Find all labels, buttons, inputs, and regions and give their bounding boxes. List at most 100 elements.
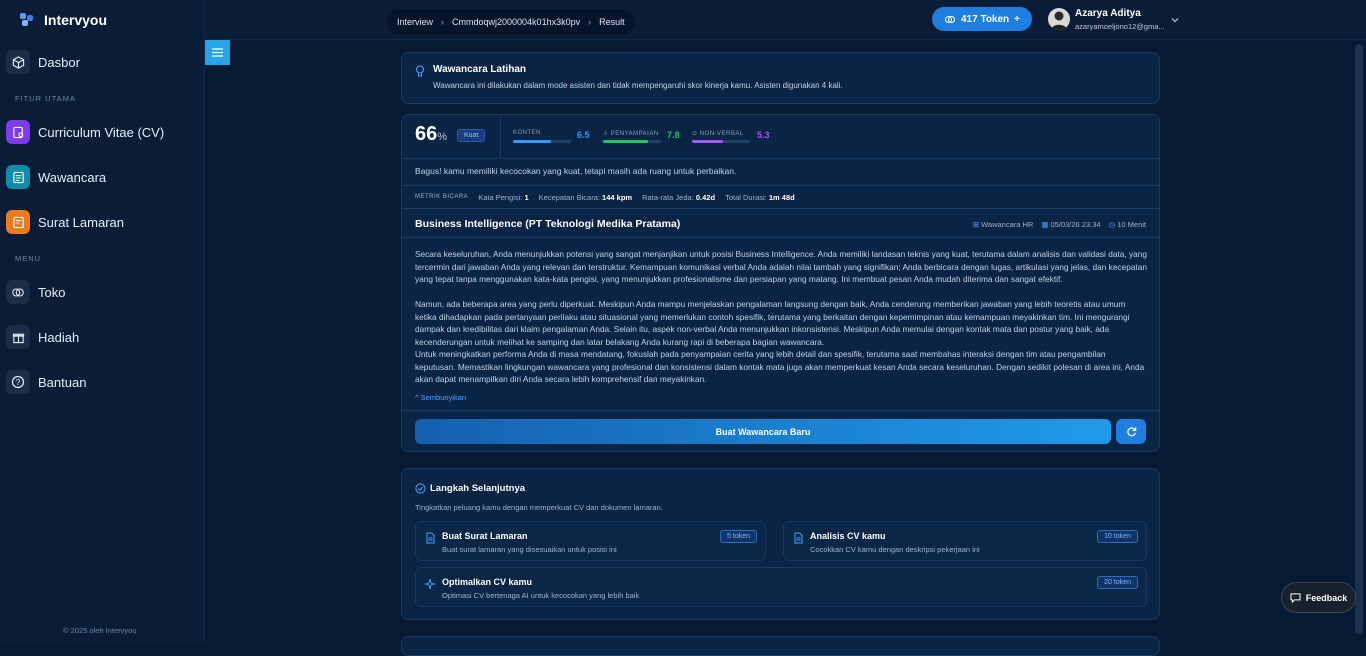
gift-icon bbox=[6, 325, 30, 349]
refresh-icon bbox=[1126, 427, 1136, 437]
divider bbox=[402, 410, 1159, 411]
divider bbox=[402, 237, 1159, 238]
score-badge: Kuat bbox=[457, 129, 486, 142]
token-balance: 417 Token bbox=[960, 13, 1010, 25]
feedback-label: Feedback bbox=[1305, 592, 1348, 603]
copyright: © 2025 oleh Intervyou bbox=[63, 626, 137, 635]
user-name[interactable]: Azarya Aditya bbox=[1075, 8, 1141, 19]
app-logo[interactable]: Intervyou bbox=[20, 10, 107, 30]
sidebar-item-label: Curriculum Vitae (CV) bbox=[38, 124, 165, 140]
hide-feedback-link[interactable]: ^ Sembunyikan bbox=[415, 393, 466, 402]
info-title: Wawancara Latihan bbox=[433, 64, 526, 75]
sidebar-item-cv[interactable]: Curriculum Vitae (CV) bbox=[6, 117, 196, 147]
chevron-right-icon: › bbox=[441, 17, 445, 27]
calendar-icon: ▦ bbox=[1041, 220, 1049, 229]
sidebar-item-wawancara[interactable]: Wawancara bbox=[6, 162, 196, 192]
token-cost-badge: 10 token bbox=[1097, 530, 1138, 543]
breadcrumb: Interview › Cmmdoqwj2000004k01hx3k0pv › … bbox=[387, 9, 635, 35]
next-step-title: Buat Surat Lamaran bbox=[442, 531, 528, 541]
metric-nonverbal-value: 5.3 bbox=[757, 130, 770, 140]
divider bbox=[500, 115, 501, 158]
lightbulb-icon bbox=[415, 65, 425, 77]
metric-penyampaian-text: PENYAMPAIAN bbox=[610, 131, 659, 137]
metric-nonverbal-fill bbox=[692, 140, 723, 143]
result-summary: Bagus! kamu memiliki kecocokan yang kuat… bbox=[415, 166, 737, 176]
avatar[interactable] bbox=[1048, 8, 1070, 30]
feedback-paragraph-1: Secara keseluruhan, Anda menunjukkan pot… bbox=[415, 249, 1147, 285]
chat-icon bbox=[6, 165, 30, 189]
practice-info-card: Wawancara Latihan Wawancara ini dilakuka… bbox=[401, 52, 1160, 104]
metric-konten-bar bbox=[513, 140, 571, 143]
feedback-icon bbox=[1290, 592, 1301, 603]
section-label-main: FITUR UTAMA bbox=[15, 94, 76, 103]
metric-nonverbal-text: NON-VERBAL bbox=[699, 131, 744, 137]
metric-konten-value: 6.5 bbox=[577, 130, 590, 140]
sidebar-item-label: Bantuan bbox=[38, 374, 87, 390]
speech-metrics: METRIK BICARA Kata Pengisi: 1 Kecepatan … bbox=[415, 193, 795, 202]
menu-toggle-button[interactable] bbox=[205, 40, 230, 65]
sidebar-item-dasbor[interactable]: Dasbor bbox=[6, 47, 196, 77]
sidebar-item-hadiah[interactable]: Hadiah bbox=[6, 322, 196, 352]
letter-icon bbox=[6, 210, 30, 234]
breadcrumb-result: Result bbox=[599, 17, 625, 27]
next-step-analyze-cv[interactable]: Analisis CV kamu Cocokkan CV kamu dengan… bbox=[783, 521, 1147, 561]
interview-duration: ◷ 10 Menit bbox=[1109, 220, 1146, 229]
next-step-optimize-cv[interactable]: Optimalkan CV kamu Optimasi CV bertenaga… bbox=[415, 567, 1147, 607]
next-step-description: Optimasi CV bertenaga AI untuk kecocokan… bbox=[442, 591, 640, 600]
cv-document-icon bbox=[6, 120, 30, 144]
token-button[interactable]: 417 Token + bbox=[932, 7, 1032, 31]
sparkle-icon bbox=[424, 578, 436, 590]
feedback-button[interactable]: Feedback bbox=[1281, 582, 1356, 613]
svg-text:?: ? bbox=[16, 378, 21, 387]
logo-icon bbox=[20, 13, 34, 27]
stat-label: Kecepatan Bicara: bbox=[538, 193, 600, 202]
user-email: azaryamoeljono12@gma... bbox=[1075, 22, 1165, 31]
result-card: 66% Kuat KONTEN 6.5 ⇩ PENYAMPAIAN 7.8 ⊙ … bbox=[401, 114, 1160, 452]
stat-value: 1 bbox=[524, 193, 529, 202]
divider bbox=[402, 158, 1159, 159]
job-title: Business Intelligence (PT Teknologi Medi… bbox=[415, 218, 681, 230]
next-step-title: Analisis CV kamu bbox=[810, 531, 886, 541]
sidebar-item-toko[interactable]: Toko bbox=[6, 277, 196, 307]
metric-penyampaian-fill bbox=[603, 140, 649, 143]
divider bbox=[402, 208, 1159, 209]
next-steps-card: Langkah Selanjutnya Tingkatkan peluang k… bbox=[401, 468, 1160, 620]
new-interview-button[interactable]: Buat Wawancara Baru bbox=[415, 419, 1111, 444]
help-icon: ? bbox=[6, 370, 30, 394]
interview-type-text: Wawancara HR bbox=[981, 220, 1034, 229]
sidebar-item-bantuan[interactable]: ? Bantuan bbox=[6, 367, 196, 397]
overall-score: 66% bbox=[415, 123, 447, 146]
clock-icon: ◷ bbox=[1108, 220, 1116, 229]
cube-icon bbox=[6, 50, 30, 74]
check-circle-icon bbox=[415, 483, 426, 494]
sidebar-item-label: Dasbor bbox=[38, 54, 80, 70]
coins-icon bbox=[944, 15, 956, 23]
score-value: 66 bbox=[415, 123, 438, 145]
interview-date-text: 05/03/26 23.34 bbox=[1050, 220, 1101, 229]
sidebar-item-label: Surat Lamaran bbox=[38, 214, 124, 230]
interview-type: ⊞ Wawancara HR bbox=[973, 220, 1034, 229]
metric-konten-label: KONTEN bbox=[513, 130, 542, 136]
breadcrumb-interview-id[interactable]: Cmmdoqwj2000004k01hx3k0pv bbox=[452, 17, 580, 27]
metric-penyampaian-bar bbox=[603, 140, 661, 143]
refresh-button[interactable] bbox=[1116, 419, 1146, 444]
next-step-description: Buat surat lamaran yang disesuaikan untu… bbox=[442, 545, 617, 554]
token-cost-badge: 5 token bbox=[720, 530, 757, 543]
stat-filler-words: Kata Pengisi: 1 bbox=[478, 193, 528, 202]
divider bbox=[402, 185, 1159, 186]
chevron-down-icon[interactable] bbox=[1170, 12, 1180, 23]
sidebar-item-surat-lamaran[interactable]: Surat Lamaran bbox=[6, 207, 196, 237]
info-description: Wawancara ini dilakukan dalam mode asist… bbox=[433, 81, 843, 90]
metric-penyampaian-value: 7.8 bbox=[667, 130, 680, 140]
coins-icon bbox=[6, 280, 30, 304]
stat-value: 1m 48d bbox=[768, 193, 795, 202]
next-step-cover-letter[interactable]: Buat Surat Lamaran Buat surat lamaran ya… bbox=[415, 521, 766, 561]
next-section-card bbox=[401, 636, 1160, 656]
document-icon bbox=[426, 532, 435, 544]
stat-average-pause: Rata-rata Jeda: 0.42d bbox=[642, 193, 715, 202]
scrollbar[interactable] bbox=[1355, 44, 1363, 634]
org-chart-icon: ⊞ bbox=[972, 220, 979, 229]
breadcrumb-interview[interactable]: Interview bbox=[397, 17, 433, 27]
stat-label: Rata-rata Jeda: bbox=[642, 193, 694, 202]
document-icon bbox=[794, 532, 803, 544]
